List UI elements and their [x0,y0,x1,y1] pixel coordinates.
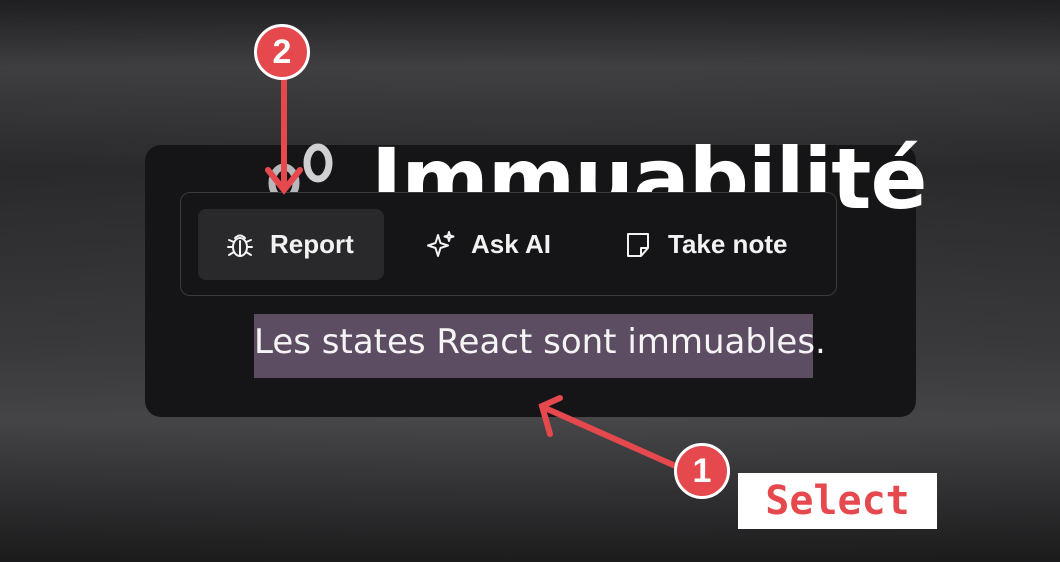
select-callout-label: Select [738,473,937,529]
step-1-badge: 1 [674,443,730,499]
step-2-badge: 2 [254,24,310,80]
